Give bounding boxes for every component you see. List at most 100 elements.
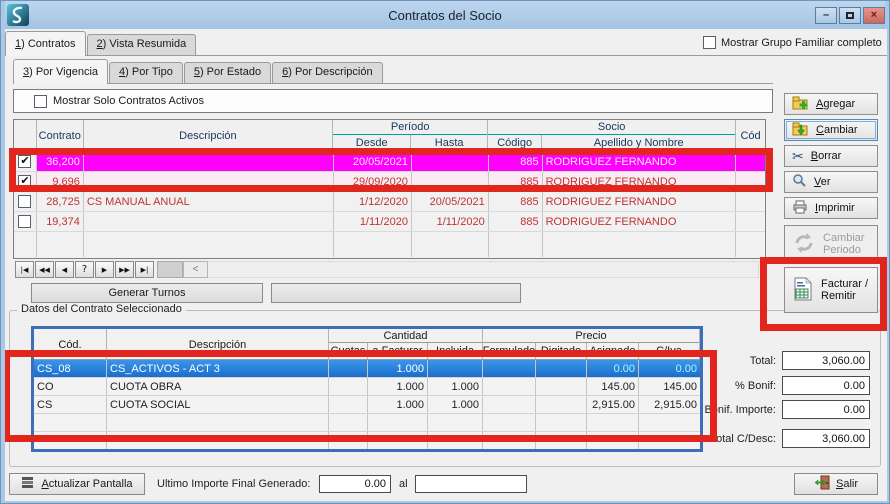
tab-por-descripcion[interactable]: 6) Por Descripción — [272, 62, 382, 83]
scissors-icon: ✂ — [792, 149, 804, 163]
nav-last-button[interactable]: ▶| — [135, 261, 154, 278]
close-button[interactable]: × — [863, 7, 885, 24]
imprimir-label: Imprimir — [815, 202, 855, 214]
dcell-incluida — [428, 360, 483, 377]
contracts-grid: Contrato Descripción Período Desde Hasta… — [13, 119, 766, 259]
nav-fast-next-button[interactable]: ▶▶ — [115, 261, 134, 278]
borrar-label: Borrar — [811, 150, 842, 162]
cell-nombre: RODRIGUEZ FERNANDO — [543, 152, 736, 171]
cell-contrato: 28,725 — [37, 192, 84, 211]
minimize-icon: – — [823, 9, 829, 21]
cell-hasta — [412, 172, 489, 191]
dcell-descripcion: CUOTA SOCIAL — [107, 396, 329, 413]
table-row[interactable]: 9,696 29/09/2020 885 RODRIGUEZ FERNANDO — [14, 172, 765, 192]
cambiar-button[interactable]: Cambiar — [784, 119, 878, 141]
dcell-cuotas — [329, 360, 368, 377]
actualizar-pantalla-button[interactable]: Actualizar Pantalla — [9, 473, 145, 495]
cell-codigo: 885 — [489, 192, 543, 211]
row-checkbox-checked[interactable] — [18, 155, 31, 168]
bonif-pct-field[interactable]: 0.00 — [782, 376, 870, 395]
nav-next-button[interactable]: ▶ — [95, 261, 114, 278]
table-row[interactable]: 19,374 1/11/2020 1/11/2020 885 RODRIGUEZ… — [14, 212, 765, 232]
salir-label: Salir — [836, 478, 858, 490]
nav-search-button[interactable]: ? — [75, 261, 94, 278]
bonif-pct-label: % Bonif: — [656, 380, 776, 392]
bonif-importe-label: Bonif. Importe: — [656, 404, 776, 416]
detail-groupbox-title: Datos del Contrato Seleccionado — [17, 303, 186, 315]
detail-row[interactable]: CS CUOTA SOCIAL 1.000 1.000 2,915.00 2,9… — [34, 396, 700, 414]
hscroll-thumb[interactable] — [157, 261, 183, 278]
detail-row-selected[interactable]: CS_08 CS_ACTIVOS - ACT 3 1.000 0.00 0.00 — [34, 360, 700, 378]
secondary-tabstrip: 3) Por Vigencia 4) Por Tipo 5) Por Estad… — [13, 59, 773, 84]
bonif-importe-field[interactable]: 0.00 — [782, 400, 870, 419]
header-group-periodo: Período Desde Hasta — [333, 120, 488, 151]
tab-vista-resumida[interactable]: 2) Vista Resumida — [87, 34, 197, 55]
dcell-asignado: 145.00 — [587, 378, 639, 395]
agregar-button[interactable]: Agregar — [784, 93, 878, 115]
cell-codigo: 885 — [489, 172, 543, 191]
cell-desde: 1/12/2020 — [334, 192, 412, 211]
header-socio-label: Socio — [488, 120, 735, 135]
empty-button[interactable] — [271, 283, 521, 303]
ultimo-importe-field[interactable]: 0.00 — [319, 475, 391, 493]
imprimir-button[interactable]: Imprimir — [784, 197, 878, 219]
table-row[interactable]: 36,200 20/05/2021 885 RODRIGUEZ FERNANDO — [14, 152, 765, 172]
contracts-grid-header: Contrato Descripción Período Desde Hasta… — [14, 120, 765, 152]
row-checkbox[interactable] — [18, 215, 31, 228]
cell-descripcion — [84, 152, 334, 171]
header-contrato: Contrato — [37, 120, 84, 152]
table-row-empty[interactable] — [14, 232, 765, 257]
detail-row-empty[interactable] — [34, 432, 700, 450]
dcell-descripcion: CUOTA OBRA — [107, 378, 329, 395]
facturar-remitir-label: Facturar / Remitir — [821, 278, 875, 302]
al-field[interactable] — [415, 475, 527, 493]
cambiar-periodo-button[interactable]: Cambiar Periodo — [784, 225, 878, 263]
cambiar-label: Cambiar — [816, 124, 858, 136]
hscroll-track[interactable] — [208, 261, 759, 278]
header-descripcion: Descripción — [84, 120, 334, 152]
row-checkbox[interactable] — [18, 195, 31, 208]
detail-grid-header: Cód. Descripción Cantidad Cuotas a Factu… — [34, 329, 700, 360]
minimize-button[interactable]: – — [815, 7, 837, 24]
tab-contratos[interactable]: 1) Contratos — [5, 31, 86, 56]
header-desde: Desde — [333, 135, 411, 151]
cell-contrato: 9,696 — [37, 172, 84, 191]
total-desc-field[interactable]: 3,060.00 — [782, 429, 870, 448]
nav-prev-button[interactable]: ◀ — [55, 261, 74, 278]
tab-por-vigencia-label: 3) Por Vigencia — [23, 66, 98, 78]
hscroll-left-button[interactable]: < — [183, 261, 208, 278]
close-icon: × — [871, 9, 877, 21]
tab-por-estado[interactable]: 5) Por Estado — [184, 62, 271, 83]
folder-plus-icon — [792, 96, 809, 113]
total-label: Total: — [656, 355, 776, 367]
facturar-remitir-button[interactable]: Facturar / Remitir — [784, 267, 878, 313]
actualizar-pantalla-label: Actualizar Pantalla — [41, 478, 132, 490]
maximize-button[interactable] — [839, 7, 861, 24]
detail-row[interactable]: CO CUOTA OBRA 1.000 1.000 145.00 145.00 — [34, 378, 700, 396]
dcell-descripcion: CS_ACTIVOS - ACT 3 — [107, 360, 329, 377]
generar-turnos-button[interactable]: Generar Turnos — [31, 283, 263, 303]
tab-por-tipo[interactable]: 4) Por Tipo — [109, 62, 183, 83]
borrar-button[interactable]: ✂ Borrar — [784, 145, 878, 167]
salir-button[interactable]: Salir — [794, 473, 878, 495]
nav-first-button[interactable]: |◀ — [15, 261, 34, 278]
row-checkbox-checked[interactable] — [18, 175, 31, 188]
dcell-incluida: 1.000 — [428, 378, 483, 395]
tab-por-vigencia[interactable]: 3) Por Vigencia — [13, 59, 108, 84]
nav-fast-prev-button[interactable]: ◀◀ — [35, 261, 54, 278]
question-icon: ? — [82, 264, 87, 275]
chevron-left-icon: < — [193, 264, 199, 275]
table-row[interactable]: 28,725 CS MANUAL ANUAL 1/12/2020 20/05/2… — [14, 192, 765, 212]
grupo-familiar-checkbox[interactable] — [703, 36, 716, 49]
titlebar: Contratos del Socio – × — [5, 1, 885, 29]
record-navigator: |◀ ◀◀ ◀ ? ▶ ▶▶ ▶| < — [15, 261, 759, 278]
dcell-digitado — [536, 360, 587, 377]
dheader-cod: Cód. — [34, 329, 107, 360]
detail-row-empty[interactable] — [34, 414, 700, 432]
ver-button[interactable]: Ver — [784, 171, 878, 193]
total-field[interactable]: 3,060.00 — [782, 351, 870, 370]
dcell-asignado: 2,915.00 — [587, 396, 639, 413]
cell-contrato: 19,374 — [37, 212, 84, 231]
solo-activos-checkbox[interactable] — [34, 95, 47, 108]
cell-desde: 20/05/2021 — [334, 152, 412, 171]
